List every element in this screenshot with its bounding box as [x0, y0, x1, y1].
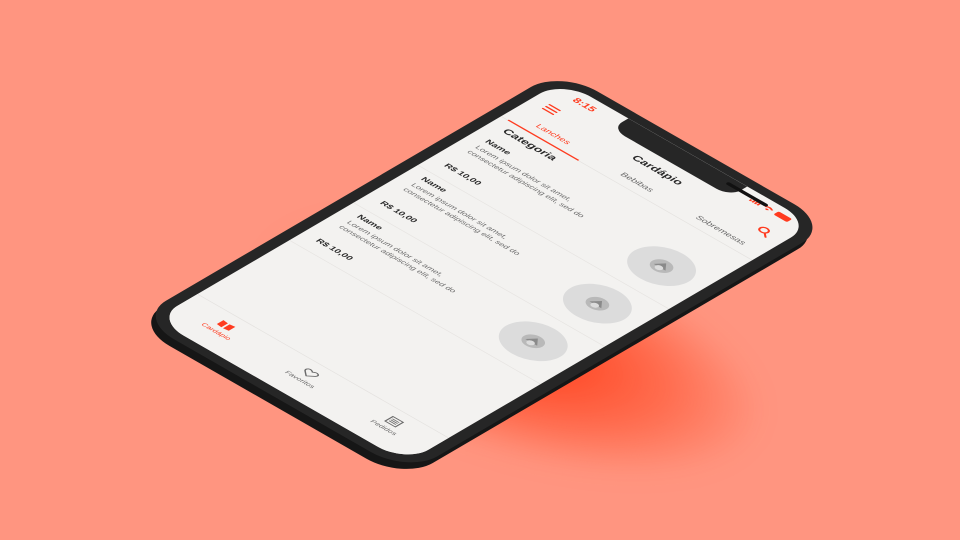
item-price: R$ 10,00	[313, 237, 355, 262]
bottom-nav: Cardápio Favoritos Pedidos	[154, 293, 449, 463]
stage: 8:15 Cardápio Lanches Bebibas Sobremesas…	[0, 0, 960, 540]
food-placeholder-icon	[585, 296, 610, 311]
phone-screen: 8:15 Cardápio Lanches Bebibas Sobremesas…	[154, 80, 814, 463]
battery-icon	[773, 211, 793, 223]
phone-device: 8:15 Cardápio Lanches Bebibas Sobremesas…	[132, 70, 832, 481]
food-placeholder-icon	[649, 259, 674, 273]
phone-body: 8:15 Cardápio Lanches Bebibas Sobremesas…	[136, 70, 832, 474]
food-placeholder-icon	[521, 334, 546, 349]
